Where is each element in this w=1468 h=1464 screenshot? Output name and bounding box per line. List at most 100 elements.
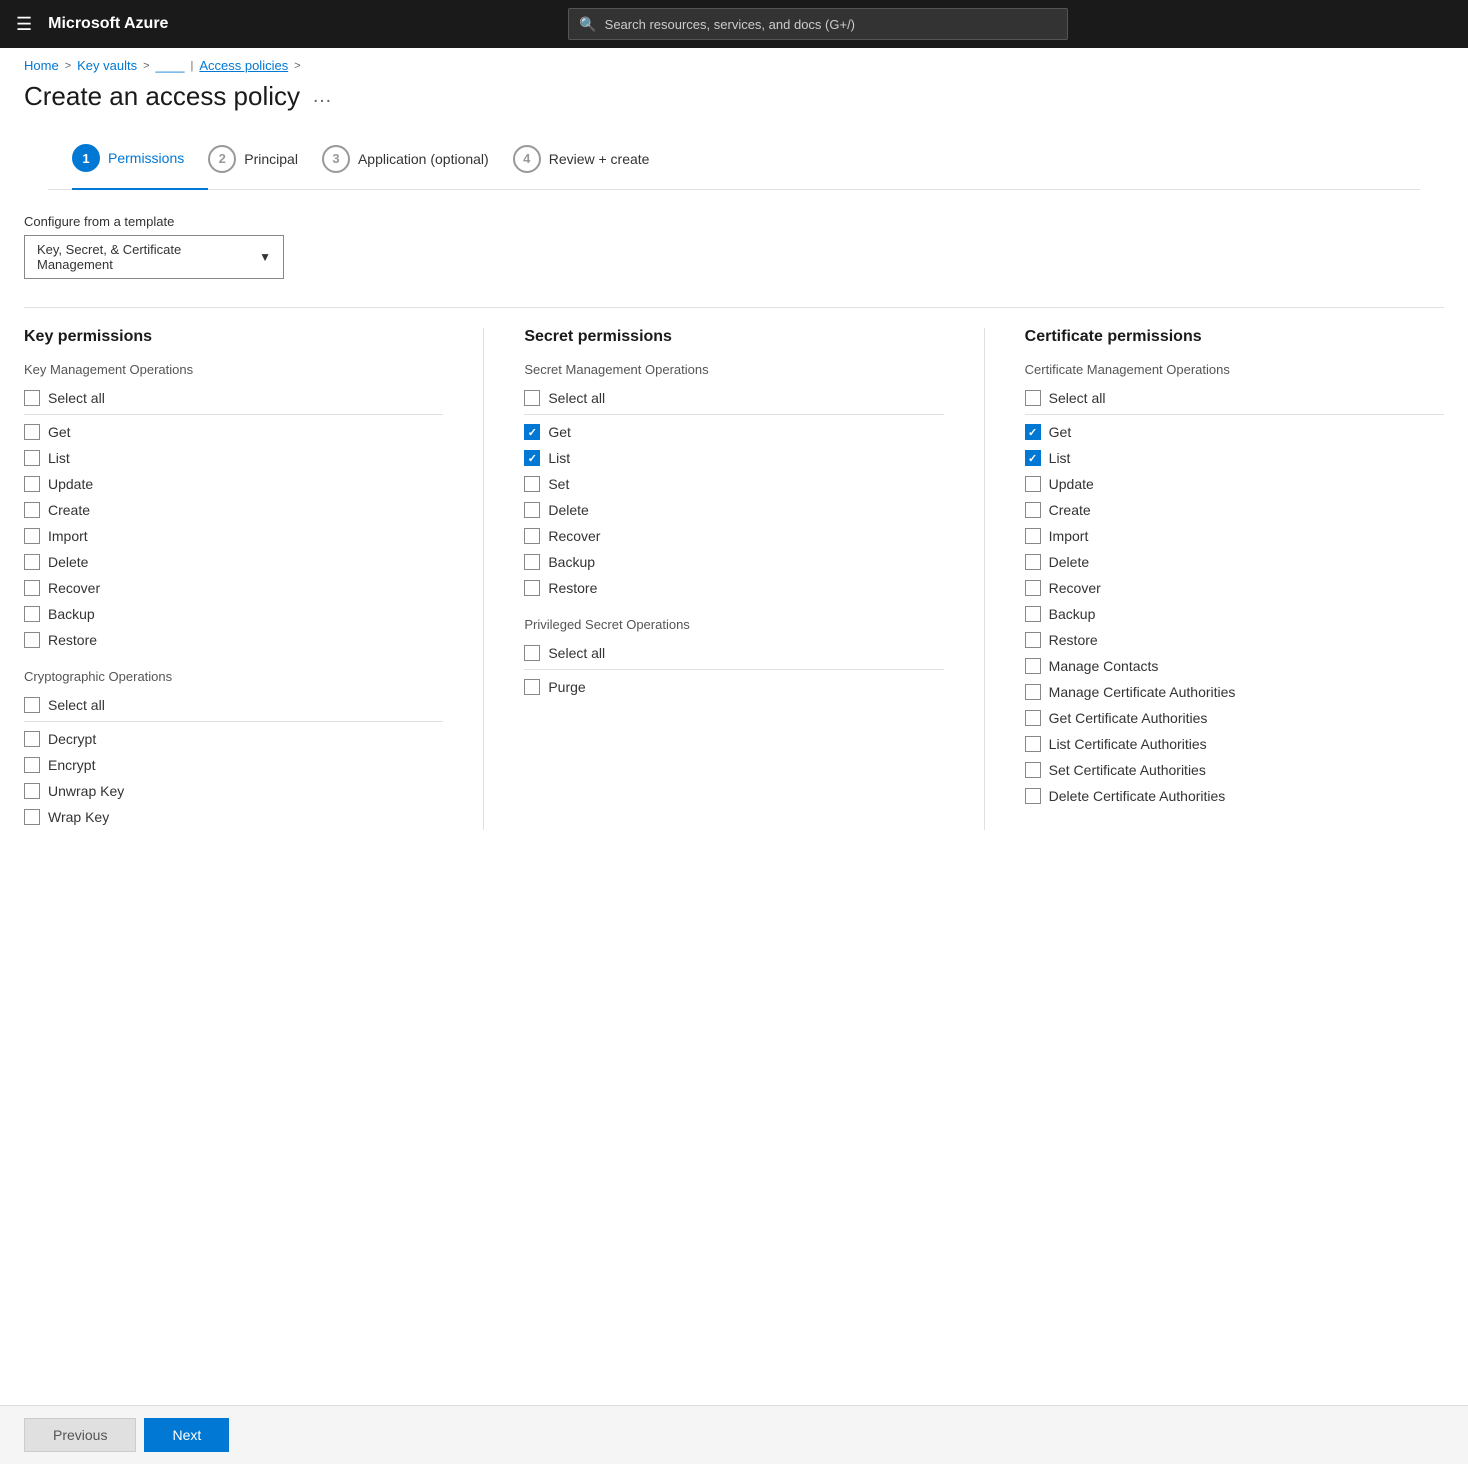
cert-update-checkbox[interactable] — [1025, 476, 1041, 492]
cert-recover[interactable]: Recover — [1025, 575, 1444, 601]
key-list[interactable]: List — [24, 445, 443, 471]
cert-select-all-checkbox[interactable] — [1025, 390, 1041, 406]
privileged-select-all[interactable]: Select all — [524, 640, 943, 670]
breadcrumb-key-vaults[interactable]: Key vaults — [77, 58, 137, 73]
key-get-checkbox[interactable] — [24, 424, 40, 440]
key-decrypt-checkbox[interactable] — [24, 731, 40, 747]
key-update[interactable]: Update — [24, 471, 443, 497]
secret-select-all-checkbox[interactable] — [524, 390, 540, 406]
cert-recover-checkbox[interactable] — [1025, 580, 1041, 596]
secret-select-all[interactable]: Select all — [524, 385, 943, 415]
cert-delete-ca-checkbox[interactable] — [1025, 788, 1041, 804]
hamburger-icon[interactable]: ☰ — [16, 14, 32, 35]
cert-manage-contacts[interactable]: Manage Contacts — [1025, 653, 1444, 679]
next-button[interactable]: Next — [144, 1418, 229, 1452]
cert-delete[interactable]: Delete — [1025, 549, 1444, 575]
key-encrypt-checkbox[interactable] — [24, 757, 40, 773]
key-import[interactable]: Import — [24, 523, 443, 549]
secret-restore[interactable]: Restore — [524, 575, 943, 601]
wizard-step-permissions[interactable]: 1 Permissions — [72, 144, 208, 190]
secret-delete[interactable]: Delete — [524, 497, 943, 523]
cert-get-ca[interactable]: Get Certificate Authorities — [1025, 705, 1444, 731]
secret-purge-checkbox[interactable] — [524, 679, 540, 695]
key-create[interactable]: Create — [24, 497, 443, 523]
cert-create-checkbox[interactable] — [1025, 502, 1041, 518]
key-update-checkbox[interactable] — [24, 476, 40, 492]
previous-button[interactable]: Previous — [24, 1418, 136, 1452]
secret-list-label: List — [548, 450, 570, 466]
key-delete-checkbox[interactable] — [24, 554, 40, 570]
key-restore[interactable]: Restore — [24, 627, 443, 653]
template-value: Key, Secret, & Certificate Management — [37, 242, 259, 272]
breadcrumb-access-policies[interactable]: Access policies — [199, 58, 288, 73]
secret-list[interactable]: List — [524, 445, 943, 471]
cert-list-ca-checkbox[interactable] — [1025, 736, 1041, 752]
step-circle-1: 1 — [72, 144, 100, 172]
key-delete[interactable]: Delete — [24, 549, 443, 575]
secret-restore-checkbox[interactable] — [524, 580, 540, 596]
key-list-checkbox[interactable] — [24, 450, 40, 466]
key-encrypt[interactable]: Encrypt — [24, 752, 443, 778]
cert-manage-contacts-checkbox[interactable] — [1025, 658, 1041, 674]
cert-restore[interactable]: Restore — [1025, 627, 1444, 653]
key-backup-checkbox[interactable] — [24, 606, 40, 622]
cert-set-ca-checkbox[interactable] — [1025, 762, 1041, 778]
cert-set-ca[interactable]: Set Certificate Authorities — [1025, 757, 1444, 783]
key-select-all[interactable]: Select all — [24, 385, 443, 415]
cert-list-checkbox[interactable] — [1025, 450, 1041, 466]
cert-import[interactable]: Import — [1025, 523, 1444, 549]
privileged-select-all-checkbox[interactable] — [524, 645, 540, 661]
crypto-select-all[interactable]: Select all — [24, 692, 443, 722]
key-create-checkbox[interactable] — [24, 502, 40, 518]
cert-restore-checkbox[interactable] — [1025, 632, 1041, 648]
wizard-step-application[interactable]: 3 Application (optional) — [322, 145, 513, 189]
key-import-checkbox[interactable] — [24, 528, 40, 544]
key-recover[interactable]: Recover — [24, 575, 443, 601]
key-get[interactable]: Get — [24, 419, 443, 445]
template-dropdown[interactable]: Key, Secret, & Certificate Management ▼ — [24, 235, 284, 279]
secret-set[interactable]: Set — [524, 471, 943, 497]
cert-list[interactable]: List — [1025, 445, 1444, 471]
wizard-step-principal[interactable]: 2 Principal — [208, 145, 322, 189]
cert-get-checkbox[interactable] — [1025, 424, 1041, 440]
breadcrumb-vault-name[interactable]: ____ — [156, 58, 185, 73]
key-unwrap-checkbox[interactable] — [24, 783, 40, 799]
key-decrypt[interactable]: Decrypt — [24, 726, 443, 752]
search-bar[interactable]: 🔍 Search resources, services, and docs (… — [568, 8, 1068, 40]
key-wrap-checkbox[interactable] — [24, 809, 40, 825]
key-restore-checkbox[interactable] — [24, 632, 40, 648]
secret-get-checkbox[interactable] — [524, 424, 540, 440]
key-backup[interactable]: Backup — [24, 601, 443, 627]
breadcrumb-home[interactable]: Home — [24, 58, 59, 73]
cert-import-checkbox[interactable] — [1025, 528, 1041, 544]
secret-delete-checkbox[interactable] — [524, 502, 540, 518]
key-unwrap[interactable]: Unwrap Key — [24, 778, 443, 804]
crypto-select-all-checkbox[interactable] — [24, 697, 40, 713]
secret-purge[interactable]: Purge — [524, 674, 943, 700]
cert-delete-checkbox[interactable] — [1025, 554, 1041, 570]
secret-set-checkbox[interactable] — [524, 476, 540, 492]
secret-backup-checkbox[interactable] — [524, 554, 540, 570]
secret-backup[interactable]: Backup — [524, 549, 943, 575]
secret-recover-checkbox[interactable] — [524, 528, 540, 544]
secret-recover[interactable]: Recover — [524, 523, 943, 549]
cert-list-ca[interactable]: List Certificate Authorities — [1025, 731, 1444, 757]
wizard-step-review[interactable]: 4 Review + create — [513, 145, 674, 189]
page-title: Create an access policy — [24, 81, 300, 112]
cert-backup[interactable]: Backup — [1025, 601, 1444, 627]
cert-get[interactable]: Get — [1025, 419, 1444, 445]
secret-get[interactable]: Get — [524, 419, 943, 445]
cert-select-all[interactable]: Select all — [1025, 385, 1444, 415]
cert-update[interactable]: Update — [1025, 471, 1444, 497]
cert-backup-checkbox[interactable] — [1025, 606, 1041, 622]
cert-get-ca-checkbox[interactable] — [1025, 710, 1041, 726]
key-wrap[interactable]: Wrap Key — [24, 804, 443, 830]
secret-list-checkbox[interactable] — [524, 450, 540, 466]
cert-delete-ca[interactable]: Delete Certificate Authorities — [1025, 783, 1444, 809]
key-select-all-checkbox[interactable] — [24, 390, 40, 406]
cert-manage-ca[interactable]: Manage Certificate Authorities — [1025, 679, 1444, 705]
key-recover-checkbox[interactable] — [24, 580, 40, 596]
cert-create[interactable]: Create — [1025, 497, 1444, 523]
page-menu-icon[interactable]: … — [312, 85, 332, 108]
cert-manage-ca-checkbox[interactable] — [1025, 684, 1041, 700]
